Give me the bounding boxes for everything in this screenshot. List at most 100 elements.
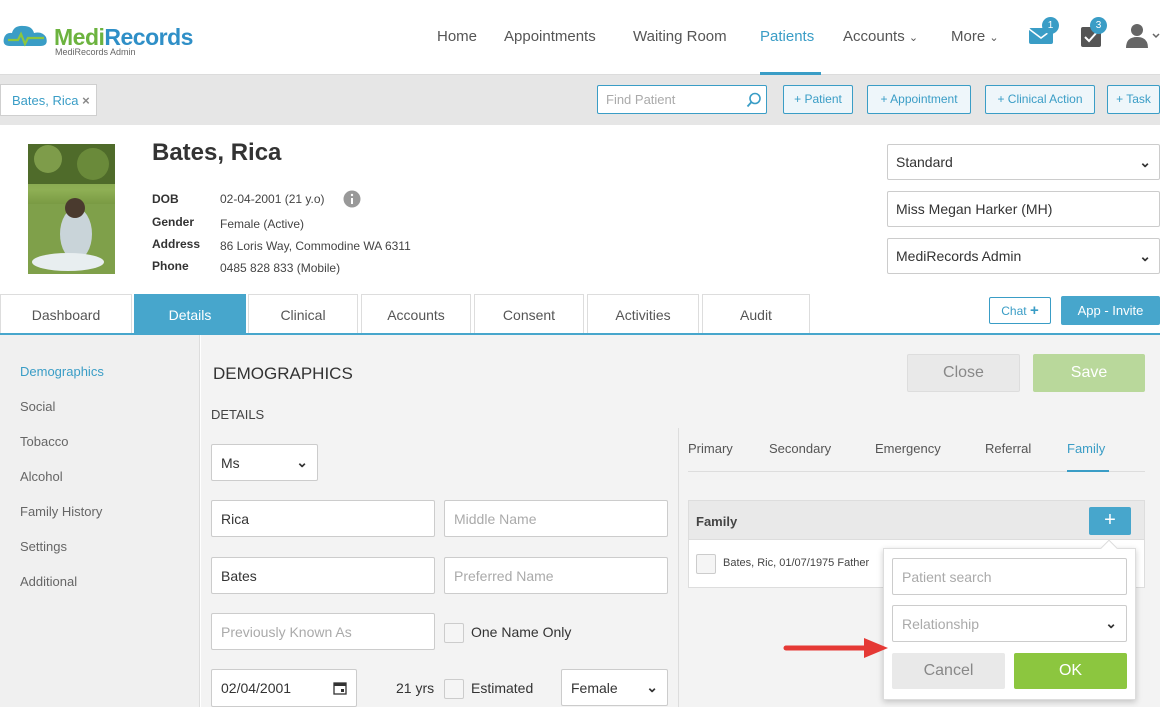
patient-type-value: Standard [896, 154, 953, 170]
title-select[interactable]: Ms ⌄ [211, 444, 318, 481]
user-account-icon[interactable] [1126, 22, 1160, 48]
nav-more[interactable]: More ⌄ [951, 28, 999, 45]
first-name-value: Rica [221, 510, 250, 527]
address-value: 86 Loris Way, Commodine WA 6311 [220, 239, 411, 253]
patient-type-select[interactable]: Standard ⌄ [887, 144, 1160, 180]
sidebar-item-alcohol[interactable]: Alcohol [20, 469, 63, 484]
family-table-header [688, 500, 1145, 540]
details-sidebar [0, 335, 200, 707]
add-appointment-button[interactable]: + Appointment [867, 85, 971, 114]
chevron-down-icon: ⌄ [296, 454, 308, 470]
one-name-only-checkbox[interactable] [444, 623, 464, 643]
sidebar-item-family-history[interactable]: Family History [20, 504, 102, 519]
app-invite-button[interactable]: App - Invite [1061, 296, 1160, 325]
tab-dashboard[interactable]: Dashboard [0, 294, 132, 334]
open-patient-tab[interactable]: Bates, Rica × [0, 84, 97, 116]
sidebar-item-demographics[interactable]: Demographics [20, 364, 104, 379]
dob-label: DOB [152, 192, 179, 206]
add-family-button[interactable]: + [1089, 507, 1131, 535]
last-name-value: Bates [221, 567, 257, 584]
patient-search-input[interactable]: Patient search [892, 558, 1127, 595]
previously-known-as-placeholder: Previously Known As [221, 623, 352, 640]
preferred-name-field[interactable]: Preferred Name [444, 557, 668, 594]
gender-value: Female (Active) [220, 217, 305, 231]
patient-name: Bates, Rica [152, 139, 282, 166]
chevron-down-icon: ⌄ [989, 32, 999, 44]
close-icon[interactable]: × [82, 93, 90, 108]
family-row-checkbox[interactable] [696, 554, 716, 574]
middle-name-placeholder: Middle Name [454, 510, 537, 527]
patient-photo-image [28, 144, 115, 274]
brand-subtitle: MediRecords Admin [55, 47, 136, 57]
estimated-label: Estimated [471, 680, 534, 696]
tab-referral[interactable]: Referral [985, 441, 1031, 456]
patient-photo [28, 144, 115, 274]
practice-select[interactable]: MediRecords Admin ⌄ [887, 238, 1160, 274]
tab-accounts[interactable]: Accounts [361, 294, 471, 334]
chevron-down-icon: ⌄ [1139, 153, 1151, 170]
sidebar-item-tobacco[interactable]: Tobacco [20, 434, 68, 449]
ok-button[interactable]: OK [1014, 653, 1127, 689]
first-name-field[interactable]: Rica [211, 500, 435, 537]
previously-known-as-field[interactable]: Previously Known As [211, 613, 435, 650]
patient-search-placeholder: Patient search [902, 568, 992, 585]
nav-home[interactable]: Home [437, 28, 477, 45]
close-button[interactable]: Close [907, 354, 1020, 392]
chevron-down-icon: ⌄ [1139, 247, 1151, 264]
find-patient-placeholder: Find Patient [606, 92, 676, 107]
sidebar-item-additional[interactable]: Additional [20, 574, 77, 589]
section-title: DETAILS [211, 407, 265, 422]
dob-field[interactable]: 02/04/2001 [211, 669, 357, 707]
tab-activities[interactable]: Activities [587, 294, 699, 334]
nav-waiting-room[interactable]: Waiting Room [633, 28, 727, 45]
plus-icon: + [1029, 302, 1039, 319]
sex-select[interactable]: Female ⌄ [561, 669, 668, 706]
contact-tab-active-indicator [1067, 470, 1109, 472]
open-patient-tab-label: Bates, Rica [12, 93, 79, 108]
chat-label: Chat [1001, 304, 1027, 318]
nav-patients[interactable]: Patients [760, 28, 814, 45]
middle-name-field[interactable]: Middle Name [444, 500, 668, 537]
cloud-logo-icon [3, 25, 47, 47]
chevron-down-icon: ⌄ [908, 32, 919, 44]
tab-details[interactable]: Details [134, 294, 246, 334]
tab-emergency[interactable]: Emergency [875, 441, 941, 456]
tab-audit[interactable]: Audit [702, 294, 810, 334]
relationship-placeholder: Relationship [902, 615, 980, 632]
nav-appointments[interactable]: Appointments [504, 28, 596, 45]
mail-count-badge: 1 [1042, 17, 1059, 34]
add-clinical-action-button[interactable]: + Clinical Action [985, 85, 1095, 114]
family-header-label: Family [696, 514, 738, 529]
plus-icon: + [1104, 509, 1116, 531]
tab-primary[interactable]: Primary [688, 441, 733, 456]
tab-clinical[interactable]: Clinical [248, 294, 358, 334]
practice-value: MediRecords Admin [896, 248, 1022, 264]
save-button[interactable]: Save [1033, 354, 1145, 392]
search-icon[interactable] [746, 92, 762, 108]
calendar-icon[interactable] [333, 681, 347, 695]
practitioner-value: Miss Megan Harker (MH) [896, 201, 1053, 217]
info-icon[interactable] [343, 190, 361, 208]
add-patient-button[interactable]: + Patient [783, 85, 853, 114]
practitioner-field[interactable]: Miss Megan Harker (MH) [887, 191, 1160, 227]
tasks-count-badge: 3 [1090, 17, 1107, 34]
sidebar-item-social[interactable]: Social [20, 399, 55, 414]
add-task-button[interactable]: + Task [1107, 85, 1160, 114]
relationship-select[interactable]: Relationship ⌄ [892, 605, 1127, 642]
family-row-text: Bates, Ric, 01/07/1975 Father [723, 557, 870, 569]
preferred-name-placeholder: Preferred Name [454, 567, 554, 584]
nav-accounts[interactable]: Accounts ⌄ [843, 28, 918, 45]
tab-consent[interactable]: Consent [474, 294, 584, 334]
sidebar-item-settings[interactable]: Settings [20, 539, 67, 554]
cancel-button[interactable]: Cancel [892, 653, 1005, 689]
last-name-field[interactable]: Bates [211, 557, 435, 594]
tab-family[interactable]: Family [1067, 441, 1105, 456]
nav-more-label: More [951, 28, 986, 45]
sex-select-value: Female [571, 679, 618, 696]
chevron-down-icon: ⌄ [646, 679, 658, 695]
estimated-checkbox[interactable] [444, 679, 464, 699]
tab-secondary[interactable]: Secondary [769, 441, 831, 456]
find-patient-input[interactable]: Find Patient [597, 85, 767, 114]
chat-button[interactable]: Chat + [989, 297, 1051, 324]
address-label: Address [152, 237, 201, 251]
